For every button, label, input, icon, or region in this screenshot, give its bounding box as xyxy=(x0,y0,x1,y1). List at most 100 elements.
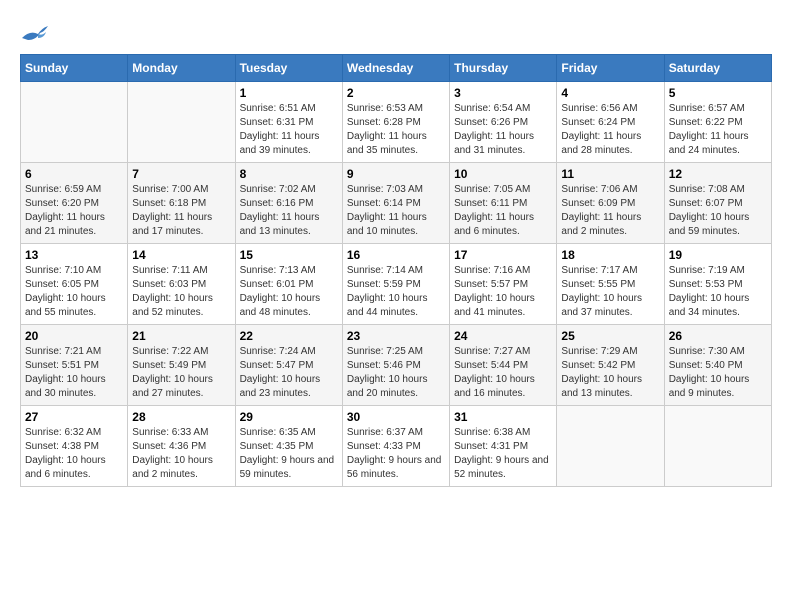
calendar-week-3: 13 Sunrise: 7:10 AM Sunset: 6:05 PM Dayli… xyxy=(21,244,772,325)
day-info: Sunrise: 7:05 AM Sunset: 6:11 PM Dayligh… xyxy=(454,183,552,239)
day-number: 19 xyxy=(669,248,767,262)
calendar-cell: 31 Sunrise: 6:38 AM Sunset: 4:31 PM Dayli… xyxy=(450,406,557,487)
day-number: 4 xyxy=(561,86,659,100)
header-row: SundayMondayTuesdayWednesdayThursdayFrid… xyxy=(21,55,772,82)
day-number: 18 xyxy=(561,248,659,262)
calendar-cell: 30 Sunrise: 6:37 AM Sunset: 4:33 PM Dayli… xyxy=(342,406,449,487)
day-info: Sunrise: 7:06 AM Sunset: 6:09 PM Dayligh… xyxy=(561,183,659,239)
day-number: 1 xyxy=(240,86,338,100)
day-info: Sunrise: 6:35 AM Sunset: 4:35 PM Dayligh… xyxy=(240,426,338,482)
day-number: 31 xyxy=(454,410,552,424)
calendar-cell: 19Sunrise: 7:19 AM Sunset: 5:53 PM Dayli… xyxy=(664,244,771,325)
calendar-cell xyxy=(128,82,235,163)
day-number: 8 xyxy=(240,167,338,181)
day-info: Sunrise: 7:10 AM Sunset: 6:05 PM Dayligh… xyxy=(25,264,123,320)
calendar-cell: 24Sunrise: 7:27 AM Sunset: 5:44 PM Dayli… xyxy=(450,325,557,406)
day-info: Sunrise: 6:51 AM Sunset: 6:31 PM Dayligh… xyxy=(240,102,338,158)
calendar-week-2: 6 Sunrise: 6:59 AM Sunset: 6:20 PM Daylig… xyxy=(21,163,772,244)
calendar-cell: 8 Sunrise: 7:02 AM Sunset: 6:16 PM Daylig… xyxy=(235,163,342,244)
day-info: Sunrise: 6:33 AM Sunset: 4:36 PM Dayligh… xyxy=(132,426,230,482)
day-number: 2 xyxy=(347,86,445,100)
page-header xyxy=(20,20,772,44)
day-number: 3 xyxy=(454,86,552,100)
calendar-cell: 7Sunrise: 7:00 AM Sunset: 6:18 PM Daylig… xyxy=(128,163,235,244)
day-number: 9 xyxy=(347,167,445,181)
calendar-cell: 23 Sunrise: 7:25 AM Sunset: 5:46 PM Dayli… xyxy=(342,325,449,406)
day-info: Sunrise: 7:30 AM Sunset: 5:40 PM Dayligh… xyxy=(669,345,767,401)
day-info: Sunrise: 7:02 AM Sunset: 6:16 PM Dayligh… xyxy=(240,183,338,239)
calendar-cell: 10 Sunrise: 7:05 AM Sunset: 6:11 PM Dayli… xyxy=(450,163,557,244)
day-info: Sunrise: 7:22 AM Sunset: 5:49 PM Dayligh… xyxy=(132,345,230,401)
day-info: Sunrise: 6:53 AM Sunset: 6:28 PM Dayligh… xyxy=(347,102,445,158)
day-number: 21 xyxy=(132,329,230,343)
calendar-cell: 5Sunrise: 6:57 AM Sunset: 6:22 PM Daylig… xyxy=(664,82,771,163)
calendar-cell: 9 Sunrise: 7:03 AM Sunset: 6:14 PM Daylig… xyxy=(342,163,449,244)
calendar-cell xyxy=(21,82,128,163)
day-info: Sunrise: 7:00 AM Sunset: 6:18 PM Dayligh… xyxy=(132,183,230,239)
calendar-cell: 18 Sunrise: 7:17 AM Sunset: 5:55 PM Dayli… xyxy=(557,244,664,325)
day-number: 29 xyxy=(240,410,338,424)
day-number: 22 xyxy=(240,329,338,343)
day-number: 6 xyxy=(25,167,123,181)
calendar-cell: 13 Sunrise: 7:10 AM Sunset: 6:05 PM Dayli… xyxy=(21,244,128,325)
day-info: Sunrise: 6:56 AM Sunset: 6:24 PM Dayligh… xyxy=(561,102,659,158)
day-info: Sunrise: 7:13 AM Sunset: 6:01 PM Dayligh… xyxy=(240,264,338,320)
day-info: Sunrise: 7:08 AM Sunset: 6:07 PM Dayligh… xyxy=(669,183,767,239)
calendar-cell: 20Sunrise: 7:21 AM Sunset: 5:51 PM Dayli… xyxy=(21,325,128,406)
day-number: 23 xyxy=(347,329,445,343)
calendar-week-4: 20Sunrise: 7:21 AM Sunset: 5:51 PM Dayli… xyxy=(21,325,772,406)
calendar-cell xyxy=(664,406,771,487)
day-info: Sunrise: 7:17 AM Sunset: 5:55 PM Dayligh… xyxy=(561,264,659,320)
day-number: 15 xyxy=(240,248,338,262)
calendar-cell: 1 Sunrise: 6:51 AM Sunset: 6:31 PM Daylig… xyxy=(235,82,342,163)
day-header-tuesday: Tuesday xyxy=(235,55,342,82)
calendar-week-5: 27Sunrise: 6:32 AM Sunset: 4:38 PM Dayli… xyxy=(21,406,772,487)
calendar-cell: 26 Sunrise: 7:30 AM Sunset: 5:40 PM Dayli… xyxy=(664,325,771,406)
calendar-cell: 17 Sunrise: 7:16 AM Sunset: 5:57 PM Dayli… xyxy=(450,244,557,325)
calendar-week-1: 1 Sunrise: 6:51 AM Sunset: 6:31 PM Daylig… xyxy=(21,82,772,163)
calendar-cell: 22 Sunrise: 7:24 AM Sunset: 5:47 PM Dayli… xyxy=(235,325,342,406)
day-number: 25 xyxy=(561,329,659,343)
calendar-cell: 16 Sunrise: 7:14 AM Sunset: 5:59 PM Dayli… xyxy=(342,244,449,325)
day-header-saturday: Saturday xyxy=(664,55,771,82)
calendar-cell: 3 Sunrise: 6:54 AM Sunset: 6:26 PM Daylig… xyxy=(450,82,557,163)
day-info: Sunrise: 7:11 AM Sunset: 6:03 PM Dayligh… xyxy=(132,264,230,320)
day-number: 16 xyxy=(347,248,445,262)
logo xyxy=(20,20,54,44)
day-info: Sunrise: 6:54 AM Sunset: 6:26 PM Dayligh… xyxy=(454,102,552,158)
day-number: 11 xyxy=(561,167,659,181)
calendar-cell: 14Sunrise: 7:11 AM Sunset: 6:03 PM Dayli… xyxy=(128,244,235,325)
calendar-cell: 6 Sunrise: 6:59 AM Sunset: 6:20 PM Daylig… xyxy=(21,163,128,244)
day-info: Sunrise: 7:14 AM Sunset: 5:59 PM Dayligh… xyxy=(347,264,445,320)
day-number: 13 xyxy=(25,248,123,262)
calendar-cell: 25Sunrise: 7:29 AM Sunset: 5:42 PM Dayli… xyxy=(557,325,664,406)
day-number: 17 xyxy=(454,248,552,262)
logo-icon xyxy=(20,20,50,44)
day-number: 30 xyxy=(347,410,445,424)
day-number: 26 xyxy=(669,329,767,343)
day-info: Sunrise: 7:16 AM Sunset: 5:57 PM Dayligh… xyxy=(454,264,552,320)
day-info: Sunrise: 7:25 AM Sunset: 5:46 PM Dayligh… xyxy=(347,345,445,401)
calendar-table: SundayMondayTuesdayWednesdayThursdayFrid… xyxy=(20,54,772,487)
day-info: Sunrise: 6:57 AM Sunset: 6:22 PM Dayligh… xyxy=(669,102,767,158)
calendar-cell: 28 Sunrise: 6:33 AM Sunset: 4:36 PM Dayli… xyxy=(128,406,235,487)
day-number: 24 xyxy=(454,329,552,343)
day-info: Sunrise: 6:38 AM Sunset: 4:31 PM Dayligh… xyxy=(454,426,552,482)
day-header-wednesday: Wednesday xyxy=(342,55,449,82)
calendar-cell: 27Sunrise: 6:32 AM Sunset: 4:38 PM Dayli… xyxy=(21,406,128,487)
day-number: 10 xyxy=(454,167,552,181)
day-info: Sunrise: 6:37 AM Sunset: 4:33 PM Dayligh… xyxy=(347,426,445,482)
calendar-cell: 4 Sunrise: 6:56 AM Sunset: 6:24 PM Daylig… xyxy=(557,82,664,163)
day-info: Sunrise: 7:03 AM Sunset: 6:14 PM Dayligh… xyxy=(347,183,445,239)
day-info: Sunrise: 6:59 AM Sunset: 6:20 PM Dayligh… xyxy=(25,183,123,239)
calendar-cell: 15 Sunrise: 7:13 AM Sunset: 6:01 PM Dayli… xyxy=(235,244,342,325)
day-number: 28 xyxy=(132,410,230,424)
calendar-cell: 29 Sunrise: 6:35 AM Sunset: 4:35 PM Dayli… xyxy=(235,406,342,487)
day-info: Sunrise: 7:24 AM Sunset: 5:47 PM Dayligh… xyxy=(240,345,338,401)
day-header-sunday: Sunday xyxy=(21,55,128,82)
calendar-cell: 12Sunrise: 7:08 AM Sunset: 6:07 PM Dayli… xyxy=(664,163,771,244)
day-header-thursday: Thursday xyxy=(450,55,557,82)
day-header-friday: Friday xyxy=(557,55,664,82)
calendar-cell: 11 Sunrise: 7:06 AM Sunset: 6:09 PM Dayli… xyxy=(557,163,664,244)
day-header-monday: Monday xyxy=(128,55,235,82)
